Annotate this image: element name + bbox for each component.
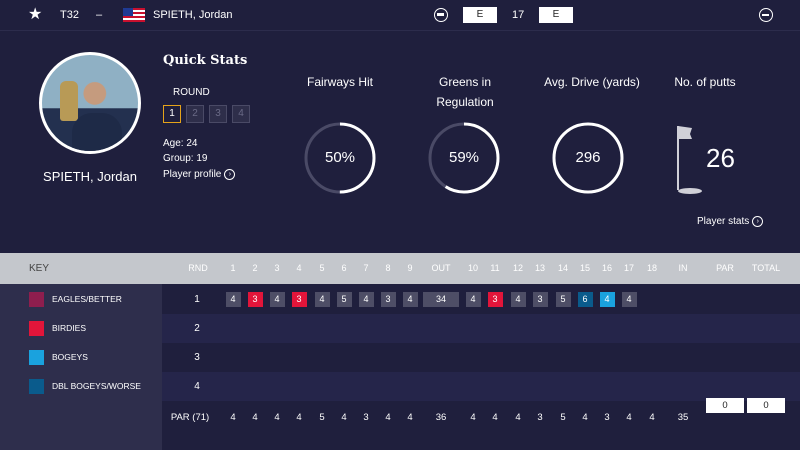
- avatar: [39, 52, 141, 154]
- player-full-name: SPIETH, Jordan: [43, 169, 137, 184]
- avg-drive-title: Avg. Drive (yards): [544, 75, 640, 89]
- golf-ball-icon: [434, 8, 448, 22]
- player-profile-label: Player profile: [163, 169, 222, 181]
- par-row: PAR (71) 4 4 4 4 5 4 3 4 4 36 4 4 4 3 5 4 3 4 4 35 0 0: [162, 398, 800, 438]
- fairways-value: 50%: [324, 149, 356, 166]
- round-number: 2: [194, 323, 200, 334]
- round-number: 3: [194, 352, 200, 363]
- par-value: 35: [677, 412, 689, 423]
- star-icon[interactable]: ★: [28, 6, 42, 24]
- par-value: 4: [649, 412, 655, 423]
- key-label: EAGLES/BETTER: [52, 294, 122, 304]
- birdies-swatch: [29, 321, 44, 336]
- greens-value: 59%: [448, 149, 480, 166]
- score-cell: 4: [269, 292, 285, 307]
- putts-value: 26: [706, 143, 735, 173]
- score-cell: 4: [402, 292, 418, 307]
- score-total: E: [539, 7, 573, 23]
- score-cell: 4: [599, 292, 615, 307]
- bogeys-swatch: [29, 350, 44, 365]
- top-bar: ★ T32 – SPIETH, Jordan E 17 E: [0, 0, 800, 31]
- score-cell: 6: [577, 292, 593, 307]
- round-row-4: 4: [162, 372, 800, 401]
- par-value: 4: [407, 412, 413, 423]
- quick-stats-title: Quick Stats: [163, 53, 248, 68]
- key-label: BIRDIES: [52, 323, 87, 333]
- round-number: 4: [194, 381, 200, 392]
- us-flag-icon: [123, 8, 145, 22]
- claret-jug-image: [60, 81, 78, 121]
- position-change: –: [96, 9, 103, 21]
- key-item-birdies: BIRDIES: [0, 314, 162, 343]
- key-item-eagles: EAGLES/BETTER: [0, 285, 162, 314]
- score-cell: 4: [465, 292, 481, 307]
- greens-title-2: Regulation: [436, 95, 494, 109]
- holes-thru: 17: [512, 9, 525, 21]
- putts-title: No. of putts: [674, 75, 736, 89]
- round-button-2[interactable]: 2: [186, 105, 204, 123]
- round-button-3[interactable]: 3: [209, 105, 227, 123]
- score-cell: 5: [336, 292, 352, 307]
- score-cell: 3: [247, 292, 263, 307]
- drive-value: 296: [575, 149, 601, 166]
- score-cell: 4: [225, 292, 241, 307]
- score-cell: 3: [380, 292, 396, 307]
- par-total-box: 0: [706, 398, 744, 413]
- round-button-1[interactable]: 1: [163, 105, 181, 123]
- eagles-swatch: [29, 292, 44, 307]
- score-cell: 3: [487, 292, 503, 307]
- score-cell: 5: [555, 292, 571, 307]
- round-row-2: 2: [162, 314, 800, 343]
- key-label: DBL BOGEYS/WORSE: [52, 381, 141, 391]
- player-name: SPIETH, Jordan: [153, 9, 233, 21]
- collapse-icon[interactable]: [759, 8, 773, 22]
- score-today: E: [463, 7, 497, 23]
- player-stats-link[interactable]: Player stats ›: [697, 216, 764, 228]
- fairways-hit-title: Fairways Hit: [306, 75, 373, 89]
- score-cell: 4: [314, 292, 330, 307]
- greens-title-1: Greens in: [438, 75, 492, 89]
- round-number: 1: [194, 294, 200, 305]
- key-item-bogeys: BOGEYS: [0, 343, 162, 372]
- chevron-right-icon: ›: [752, 216, 764, 227]
- player-profile-link[interactable]: Player profile ›: [163, 169, 236, 181]
- score-cell: 34: [423, 292, 459, 307]
- par-label: PAR (71): [170, 412, 210, 423]
- round-button-4[interactable]: 4: [232, 105, 250, 123]
- player-panel: SPIETH, Jordan Quick Stats ROUND 1 2 3 4…: [0, 32, 800, 253]
- score-cell: 3: [291, 292, 307, 307]
- score-cell: 3: [532, 292, 548, 307]
- par-value: 36: [435, 412, 447, 423]
- scorecard: RND 1 2 3 4 5 6 7 8 9 OUT 10 11 12 13 14 15 16 17 18 IN PAR TO…: [162, 253, 800, 450]
- key-title: KEY: [0, 253, 162, 284]
- score-cell: 4: [510, 292, 526, 307]
- key-label: BOGEYS: [52, 352, 88, 362]
- score-cell: 4: [621, 292, 637, 307]
- key-item-dbl-bogeys: DBL BOGEYS/WORSE: [0, 372, 162, 401]
- dbl-bogeys-swatch: [29, 379, 44, 394]
- round-row-1: 1 4 3 4 3 4 5 4 3 4 34 4 3 4 3 5 6 4 4: [162, 285, 800, 314]
- chevron-right-icon: ›: [224, 169, 236, 180]
- header-par: PAR: [716, 263, 734, 273]
- player-group: Group: 19: [163, 153, 208, 164]
- flag-pin-icon: [677, 126, 702, 194]
- total-box: 0: [747, 398, 785, 413]
- header-total: TOTAL: [751, 263, 781, 273]
- player-stats-label: Player stats: [697, 216, 750, 228]
- legend-panel: KEY EAGLES/BETTER BIRDIES BOGEYS DBL BOG…: [0, 253, 162, 450]
- round-label: ROUND: [173, 87, 210, 98]
- header-rnd: RND: [188, 263, 208, 273]
- score-cell: 4: [358, 292, 374, 307]
- leaderboard-position: T32: [60, 9, 79, 21]
- header-in: IN: [678, 263, 688, 273]
- round-row-3: 3: [162, 343, 800, 372]
- scorecard-header: RND 1 2 3 4 5 6 7 8 9 OUT 10 11 12 13 14 15 16 17 18 IN PAR TO…: [162, 253, 800, 284]
- player-age: Age: 24: [163, 138, 198, 149]
